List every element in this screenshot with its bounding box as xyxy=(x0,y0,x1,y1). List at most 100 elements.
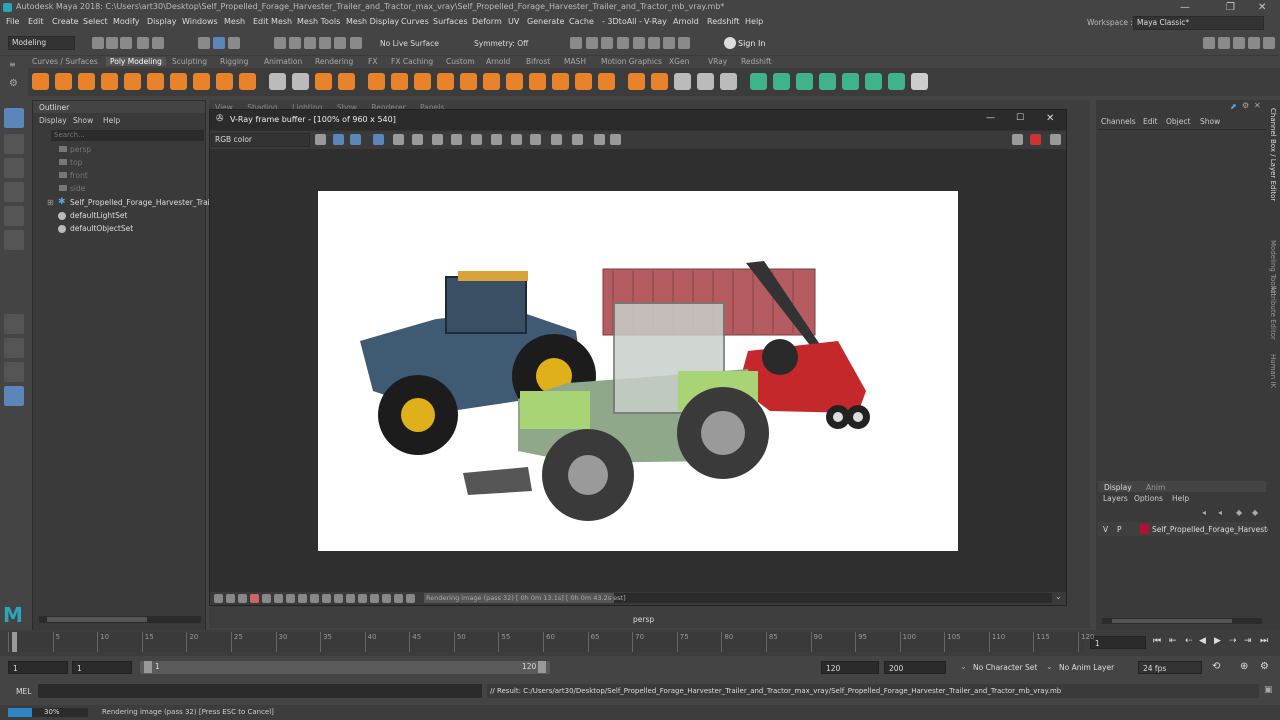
menu-display[interactable]: Display xyxy=(147,17,177,26)
menu-deform[interactable]: Deform xyxy=(472,17,502,26)
layer-scroll-thumb[interactable] xyxy=(1112,619,1232,623)
render-settings-icon[interactable] xyxy=(617,37,629,49)
shelf-offset-icon[interactable] xyxy=(720,73,737,90)
select-object-icon[interactable] xyxy=(213,37,225,49)
vfb-bottom-tool-1-icon[interactable] xyxy=(214,594,223,603)
shelf-tab-sculpting[interactable]: Sculpting xyxy=(172,57,207,66)
channel-menu-edit[interactable]: Edit xyxy=(1143,117,1158,126)
menu-curves[interactable]: Curves xyxy=(401,17,429,26)
shelf-platonic-icon[interactable] xyxy=(193,73,210,90)
shelf-plane-icon[interactable] xyxy=(147,73,164,90)
four-view-icon[interactable] xyxy=(4,338,24,358)
undo-icon[interactable] xyxy=(137,37,149,49)
shelf-tab-rigging[interactable]: Rigging xyxy=(220,57,248,66)
shelf-uv-cut-icon[interactable] xyxy=(865,73,882,90)
shelf-multicut-icon[interactable] xyxy=(628,73,645,90)
play-backwards-icon[interactable]: ◀ xyxy=(1199,636,1206,646)
vfb-red-channel-icon[interactable] xyxy=(333,134,344,145)
attribute-editor-icon[interactable] xyxy=(1218,37,1230,49)
new-layer-icon[interactable]: ◆ xyxy=(1236,508,1242,517)
shelf-mirror-icon[interactable] xyxy=(437,73,454,90)
maximize-icon[interactable]: ❐ xyxy=(1226,2,1235,13)
vfb-bottom-tool-11-icon[interactable] xyxy=(334,594,343,603)
vfb-bottom-tool-17-icon[interactable] xyxy=(406,594,415,603)
script-editor-icon[interactable]: ▣ xyxy=(1264,685,1273,695)
scale-tool-icon[interactable] xyxy=(4,230,24,250)
shelf-collapse-icon[interactable] xyxy=(697,73,714,90)
vfb-close-icon[interactable]: ✕ xyxy=(1046,113,1054,124)
single-view-icon[interactable] xyxy=(4,314,24,334)
modeling-toolkit-icon[interactable] xyxy=(1203,37,1215,49)
go-to-end-icon[interactable]: ⏭ xyxy=(1260,636,1268,646)
rotate-tool-icon[interactable] xyxy=(4,206,24,226)
play-forwards-icon[interactable]: ▶ xyxy=(1214,636,1221,646)
menu-select[interactable]: Select xyxy=(83,17,108,26)
vfb-bottom-tool-9-icon[interactable] xyxy=(310,594,319,603)
shelf-tab-animation[interactable]: Animation xyxy=(264,57,302,66)
shelf-bridge-icon[interactable] xyxy=(460,73,477,90)
side-tab-attribute-editor[interactable]: Attribute Editor xyxy=(1269,286,1277,340)
live-surface-label[interactable]: No Live Surface xyxy=(380,39,439,48)
shelf-fill-hole-icon[interactable] xyxy=(552,73,569,90)
anim-prefs-icon[interactable]: ⚙ xyxy=(1260,661,1269,672)
redo-icon[interactable] xyxy=(152,37,164,49)
vfb-load-image-icon[interactable] xyxy=(451,134,462,145)
layer-visibility-toggle[interactable]: V xyxy=(1103,525,1108,534)
minimize-icon[interactable]: — xyxy=(1180,2,1190,13)
shelf-merge-icon[interactable] xyxy=(651,73,668,90)
channel-box-icon[interactable] xyxy=(1248,37,1260,49)
layer-tab-anim[interactable]: Anim xyxy=(1146,483,1165,492)
end-frame-field[interactable]: 200 xyxy=(884,661,946,674)
vfb-bottom-tool-12-icon[interactable] xyxy=(346,594,355,603)
go-to-start-icon[interactable]: ⏮ xyxy=(1153,636,1161,646)
vfb-history-icon[interactable] xyxy=(572,134,583,145)
vfb-bottom-tool-8-icon[interactable] xyxy=(298,594,307,603)
paint-select-icon[interactable] xyxy=(4,158,24,178)
vfb-green-channel-icon[interactable] xyxy=(350,134,361,145)
vfb-bottom-tool-15-icon[interactable] xyxy=(382,594,391,603)
loop-icon[interactable]: ⟲ xyxy=(1212,661,1220,672)
layer-playback-toggle[interactable]: P xyxy=(1117,525,1122,534)
menu-arnold[interactable]: Arnold xyxy=(673,17,699,26)
vfb-maximize-icon[interactable]: ☐ xyxy=(1016,113,1024,123)
shelf-smooth-icon[interactable] xyxy=(368,73,385,90)
layer-move-up-icon[interactable]: ◂ xyxy=(1202,508,1206,517)
shelf-uv-auto-icon[interactable] xyxy=(773,73,790,90)
open-scene-icon[interactable] xyxy=(106,37,118,49)
menu-mesh-display[interactable]: Mesh Display xyxy=(346,17,399,26)
shelf-append-icon[interactable] xyxy=(529,73,546,90)
shelf-boolean-icon[interactable] xyxy=(414,73,431,90)
outliner-scroll-thumb[interactable] xyxy=(47,617,147,622)
snap-point-icon[interactable] xyxy=(304,37,316,49)
shelf-sculpt-icon[interactable] xyxy=(292,73,309,90)
mel-label[interactable]: MEL xyxy=(16,687,31,696)
tool-settings-icon[interactable] xyxy=(1233,37,1245,49)
vfb-bottom-tool-5-icon[interactable] xyxy=(262,594,271,603)
menu-modify[interactable]: Modify xyxy=(113,17,140,26)
panel-close-icon[interactable]: ✕ xyxy=(1254,101,1261,110)
vfb-bottom-tool-10-icon[interactable] xyxy=(322,594,331,603)
menu-create[interactable]: Create xyxy=(52,17,79,26)
vfb-bottom-tool-2-icon[interactable] xyxy=(226,594,235,603)
menu-help[interactable]: Help xyxy=(745,17,763,26)
vfb-zoom-region-icon[interactable] xyxy=(511,134,522,145)
character-set-dropdown[interactable]: No Character Set xyxy=(973,663,1037,672)
layer-move-down-icon[interactable]: ◂ xyxy=(1218,508,1222,517)
hypershade-icon[interactable] xyxy=(633,37,645,49)
outliner-layout-icon[interactable] xyxy=(4,386,24,406)
move-tool-icon[interactable] xyxy=(4,182,24,202)
range-start-handle[interactable] xyxy=(144,661,152,673)
fps-dropdown[interactable]: 24 fps xyxy=(1138,661,1202,674)
shelf-sphere-icon[interactable] xyxy=(32,73,49,90)
vray-ipr-icon[interactable] xyxy=(663,37,675,49)
sign-in-button[interactable]: Sign In xyxy=(738,39,765,48)
menu-file[interactable]: File xyxy=(6,17,19,26)
outliner-item-top[interactable]: top xyxy=(70,158,82,167)
vfb-link-viewport-icon[interactable] xyxy=(551,134,562,145)
shelf-separate-icon[interactable] xyxy=(338,73,355,90)
pause-icon[interactable] xyxy=(678,37,690,49)
vfb-bottom-tool-3-icon[interactable] xyxy=(238,594,247,603)
shelf-tab-vray[interactable]: VRay xyxy=(708,57,727,66)
shelf-tab-curves-surfaces[interactable]: Curves / Surfaces xyxy=(32,57,98,66)
shelf-uv-layout-icon[interactable] xyxy=(819,73,836,90)
